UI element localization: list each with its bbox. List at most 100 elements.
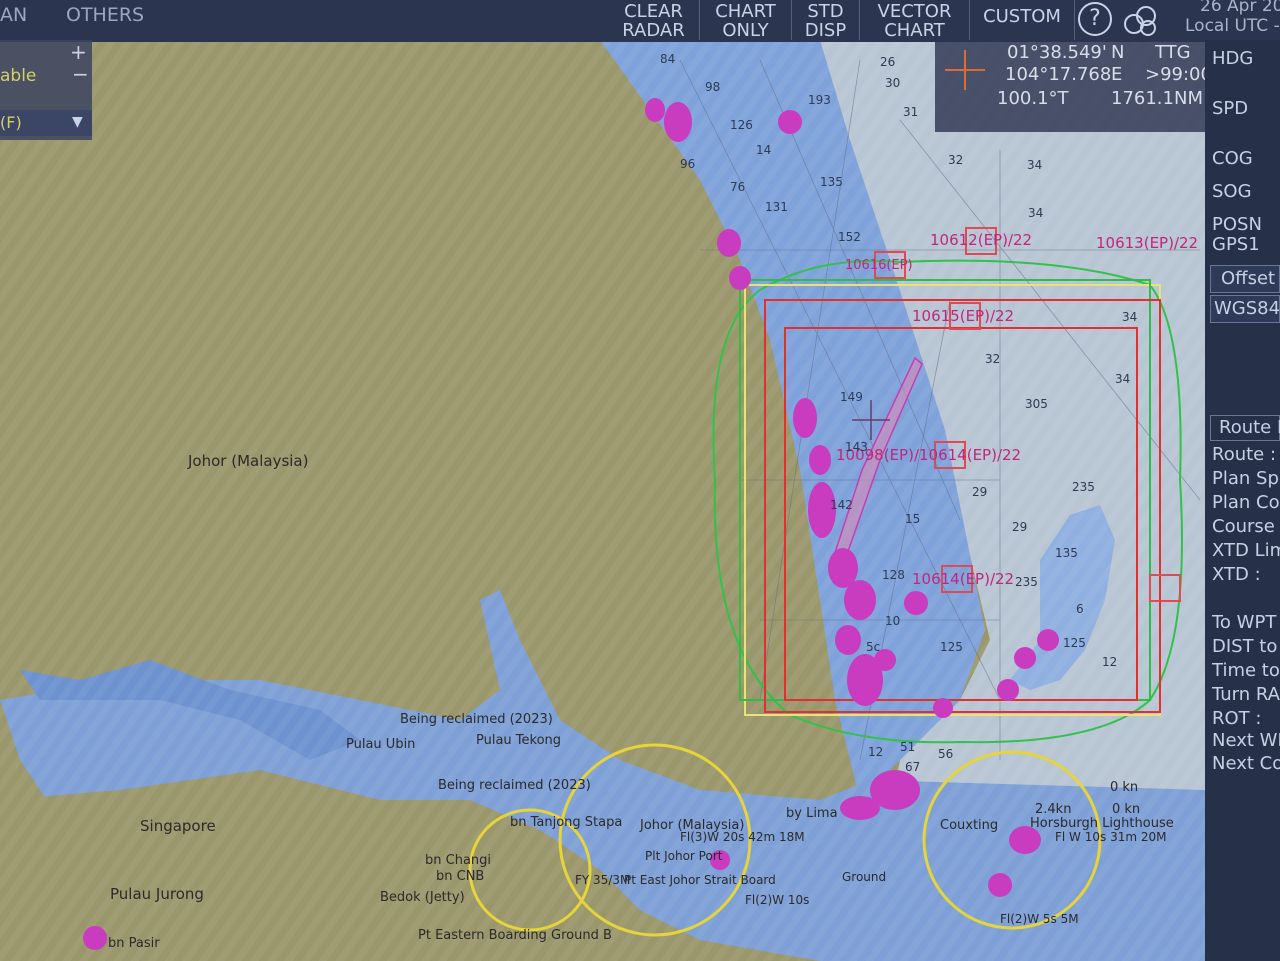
question-circle-icon[interactable]: ? <box>1078 2 1112 36</box>
label-ep-10615: 10615(EP)/22 <box>912 307 1015 325</box>
depth-label: 235 <box>1015 575 1038 589</box>
top-toolbar: AN OTHERS CLEAR RADAR CHART ONLY STD DIS… <box>0 0 1280 42</box>
label-fy357: FY 35/3M <box>575 873 631 887</box>
std-disp-button[interactable]: STD DISP <box>792 0 860 40</box>
layer-plus-button[interactable]: + <box>70 40 87 64</box>
layer-minus-button[interactable]: − <box>72 62 89 86</box>
depth-label: 125 <box>940 640 963 654</box>
custom-label: CUSTOM <box>983 6 1061 27</box>
cursor-bearing: 100.1°T <box>997 88 1069 109</box>
next-course-label: Next Cou <box>1212 753 1280 774</box>
route-info-label: Route I <box>1219 417 1280 438</box>
offset-button[interactable]: Offset <box>1210 265 1280 293</box>
crosshair-icon <box>945 50 985 90</box>
clear-radar-label-2: RADAR <box>622 20 685 41</box>
depth-label: 305 <box>1025 397 1048 411</box>
std-disp-label-2: DISP <box>804 20 847 41</box>
label-current-2: 0 kn <box>1110 780 1139 795</box>
turn-rad-label: Turn RAD <box>1212 684 1280 705</box>
label-current-3: 0 kn <box>1112 802 1141 817</box>
label-light-4: Fl W 10s 31m 20M <box>1055 830 1167 844</box>
depth-label: 26 <box>880 55 896 69</box>
depth-label: 29 <box>1012 520 1028 534</box>
plan-course-label: Plan Cou <box>1212 492 1280 513</box>
label-ep-10613: 10613(EP)/22 <box>1096 234 1199 252</box>
label-pulau-ubin: Pulau Ubin <box>346 737 416 752</box>
label-light-3: Fl(2)W 5s 5M <box>1000 912 1079 926</box>
ttg-label: TTG <box>1155 42 1191 63</box>
depth-label: 152 <box>838 230 861 244</box>
depth-label: 34 <box>1028 206 1044 220</box>
label-east-johor-strait: Pt East Johor Strait Board <box>624 873 776 887</box>
timezone-display: Local UTC - <box>1185 16 1280 36</box>
label-ep-10616: 10616(EP) <box>845 258 913 273</box>
label-ep-10612: 10612(EP)/22 <box>930 231 1033 249</box>
depth-label: 34 <box>1122 310 1138 324</box>
rot-label: ROT : <box>1212 708 1262 729</box>
layer-select[interactable]: (F) ▼ <box>0 110 92 136</box>
depth-label: 32 <box>985 352 1001 366</box>
depth-label: 12 <box>868 745 884 759</box>
menu-item-others[interactable]: OTHERS <box>66 0 144 32</box>
depth-label: 128 <box>882 568 905 582</box>
vector-chart-button[interactable]: VECTOR CHART <box>860 0 970 40</box>
depth-label: 135 <box>1055 546 1078 560</box>
depth-label: 131 <box>765 200 788 214</box>
layers-icon[interactable] <box>1122 2 1162 38</box>
depth-label: 56 <box>938 747 954 761</box>
chevron-down-icon: ▼ <box>72 114 83 130</box>
datum-box[interactable]: WGS84 <box>1210 295 1280 323</box>
cursor-latitude: 01°38.549' <box>1007 42 1107 63</box>
depth-label: 126 <box>730 118 753 132</box>
label-by-lima: by Lima <box>786 806 838 821</box>
label-pulau-jurong: Pulau Jurong <box>110 885 204 903</box>
depth-label: 125 <box>1063 636 1086 650</box>
chart-only-button[interactable]: CHART ONLY <box>700 0 792 40</box>
chart-only-label-1: CHART <box>715 1 776 22</box>
depth-label: 34 <box>1027 158 1043 172</box>
course-to-label: Course to <box>1212 516 1280 537</box>
time-to-label: Time to G <box>1212 660 1280 681</box>
route-info-header[interactable]: Route I <box>1210 415 1280 441</box>
label-light-2: Fl(2)W 10s <box>745 893 810 907</box>
label-eastern-boarding: Pt Eastern Boarding Ground B <box>418 928 612 943</box>
label-bn-pasir: bn Pasir <box>108 936 160 951</box>
depth-label: 29 <box>972 485 988 499</box>
spd-label: SPD <box>1212 98 1249 119</box>
depth-label: 32 <box>948 153 964 167</box>
label-ground: Ground <box>842 870 887 884</box>
depth-label: 149 <box>840 390 863 404</box>
depth-label: 98 <box>705 80 721 94</box>
depth-label: 12 <box>1102 655 1118 669</box>
cursor-longitude: 104°17.768' <box>1005 64 1117 85</box>
route-label: Route : <box>1212 444 1277 465</box>
date-display: 26 Apr 20 <box>1200 0 1280 16</box>
clear-radar-button[interactable]: CLEAR RADAR <box>608 0 700 40</box>
label-tanjong-stapa: bn Tanjong Stapa <box>510 815 623 830</box>
custom-button[interactable]: CUSTOM <box>970 0 1075 40</box>
depth-label: 15 <box>905 512 921 526</box>
dist-to-label: DIST to W <box>1212 636 1280 657</box>
depth-label: 31 <box>903 105 919 119</box>
depth-label: 142 <box>830 498 853 512</box>
depth-label: 30 <box>885 76 901 90</box>
depth-label: 14 <box>756 143 772 157</box>
label-pulau-tekong: Pulau Tekong <box>476 733 562 748</box>
label-bedok: Bedok (Jetty) <box>380 890 465 905</box>
label-horsburgh: Horsburgh Lighthouse <box>1030 816 1174 831</box>
std-disp-label-1: STD <box>807 1 844 22</box>
label-ep-10614-b: 10614(EP)/22 <box>912 570 1015 588</box>
depth-label: 143 <box>845 440 868 454</box>
depth-label: 10 <box>885 614 901 628</box>
layer-select-value: (F) <box>0 113 22 132</box>
menu-item-an[interactable]: AN <box>0 0 27 32</box>
label-bn-changi: bn Changi <box>425 853 492 868</box>
depth-label: 6 <box>1076 602 1084 616</box>
label-johor: Johor (Malaysia) <box>188 452 309 470</box>
label-light-1: Fl(3)W 20s 42m 18M <box>680 830 805 844</box>
depth-label: 96 <box>680 157 696 171</box>
next-wpt-label: Next WPT <box>1212 730 1280 751</box>
cog-label: COG <box>1212 148 1253 169</box>
xtd-label: XTD : <box>1212 564 1261 585</box>
label-singapore: Singapore <box>140 817 216 835</box>
